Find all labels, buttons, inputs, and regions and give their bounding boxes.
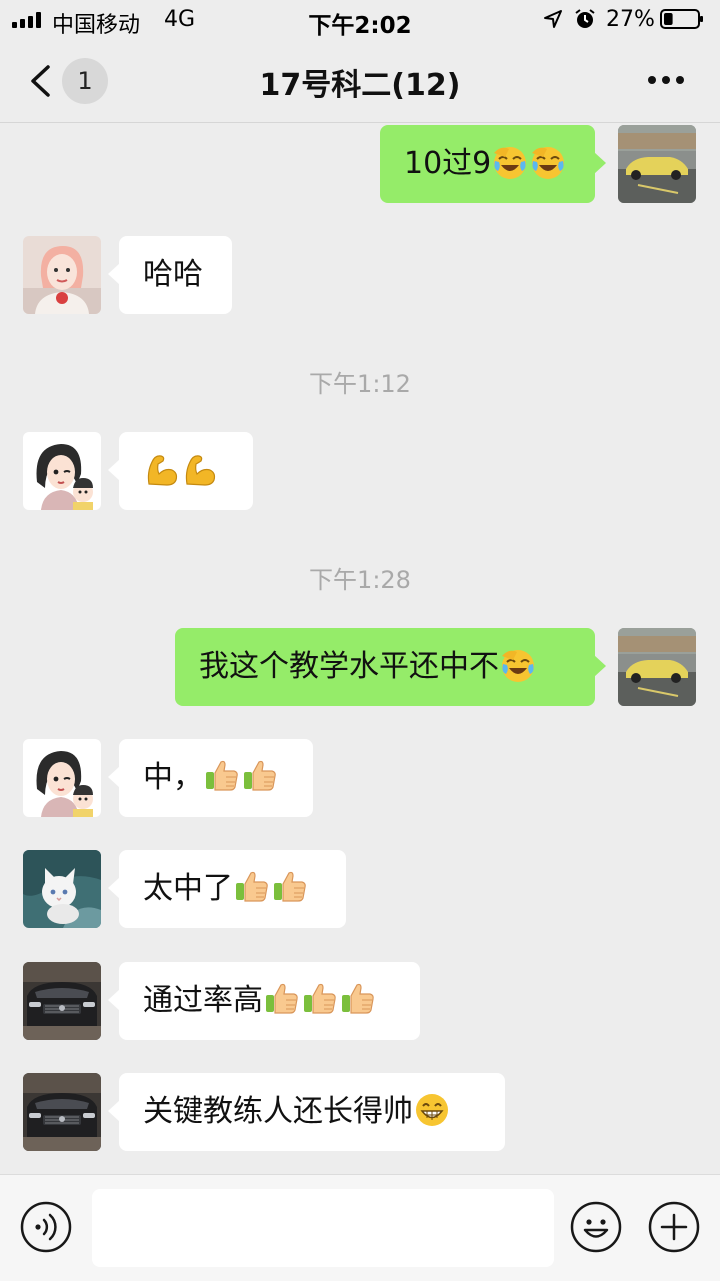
- nav-bar: 1 17号科二(12): [0, 40, 720, 123]
- laugh-cry-emoji-icon: [491, 143, 529, 181]
- battery-icon: [660, 9, 703, 29]
- flexed-biceps-emoji-icon: [181, 450, 219, 488]
- message-bubble-sent[interactable]: 我这个教学水平还中不: [175, 628, 606, 706]
- chat-title: 17号科二(12): [259, 68, 461, 103]
- battery-percent: 27%: [606, 7, 655, 32]
- thumbs-up-emoji-icon: [263, 980, 301, 1018]
- more-dots-icon[interactable]: [640, 70, 692, 90]
- message-bubble-received[interactable]: 哈哈: [108, 236, 232, 314]
- voice-icon[interactable]: [20, 1201, 72, 1253]
- status-bar: 中国移动 4G 下午2:02 27%: [0, 0, 720, 40]
- thumbs-up-emoji-icon: [233, 868, 271, 906]
- message-bubble-received[interactable]: [108, 432, 253, 510]
- time-divider: 下午1:28: [309, 566, 411, 594]
- message-text: 哈哈: [143, 257, 203, 292]
- message-text: 10过9: [404, 146, 492, 181]
- avatar-member[interactable]: [23, 1073, 101, 1151]
- avatar-me[interactable]: [618, 125, 696, 203]
- location-icon: [544, 10, 562, 28]
- laugh-cry-emoji-icon: [529, 143, 567, 181]
- avatar-me[interactable]: [618, 628, 696, 706]
- smiley-icon[interactable]: [570, 1201, 622, 1253]
- message-bubble-received[interactable]: 太中了: [108, 850, 346, 928]
- plus-icon[interactable]: [648, 1201, 700, 1253]
- message-bubble-received[interactable]: 中，: [108, 739, 313, 817]
- message-bubble-received[interactable]: 通过率高: [108, 962, 420, 1040]
- avatar-member[interactable]: [23, 850, 101, 928]
- flexed-biceps-emoji-icon: [143, 450, 181, 488]
- message-bubble-sent[interactable]: 10过9: [380, 125, 606, 203]
- laugh-cry-emoji-icon: [499, 646, 537, 684]
- thumbs-up-emoji-icon: [241, 757, 279, 795]
- avatar-member[interactable]: [23, 236, 101, 314]
- message-text: 中，: [143, 760, 203, 795]
- message-text: 关键教练人还长得帅: [143, 1094, 413, 1129]
- message-text: 太中了: [143, 871, 233, 906]
- time-divider: 下午1:12: [309, 370, 411, 398]
- grin-emoji-icon: [413, 1091, 451, 1129]
- message-text: 我这个教学水平还中不: [199, 649, 499, 684]
- message-text: 通过率高: [143, 983, 263, 1018]
- avatar-member[interactable]: [23, 739, 101, 817]
- message-input[interactable]: [92, 1189, 554, 1267]
- chat-messages[interactable]: 10过9 哈哈 下午1:12 下午1:28 我这个教学水平还中不 中， 太中了 …: [0, 122, 720, 1174]
- message-bubble-received[interactable]: 关键教练人还长得帅: [108, 1073, 505, 1151]
- input-bar: [0, 1174, 720, 1281]
- thumbs-up-emoji-icon: [339, 980, 377, 1018]
- avatar-member[interactable]: [23, 432, 101, 510]
- thumbs-up-emoji-icon: [271, 868, 309, 906]
- thumbs-up-emoji-icon: [203, 757, 241, 795]
- alarm-icon: [575, 9, 595, 28]
- avatar-member[interactable]: [23, 962, 101, 1040]
- thumbs-up-emoji-icon: [301, 980, 339, 1018]
